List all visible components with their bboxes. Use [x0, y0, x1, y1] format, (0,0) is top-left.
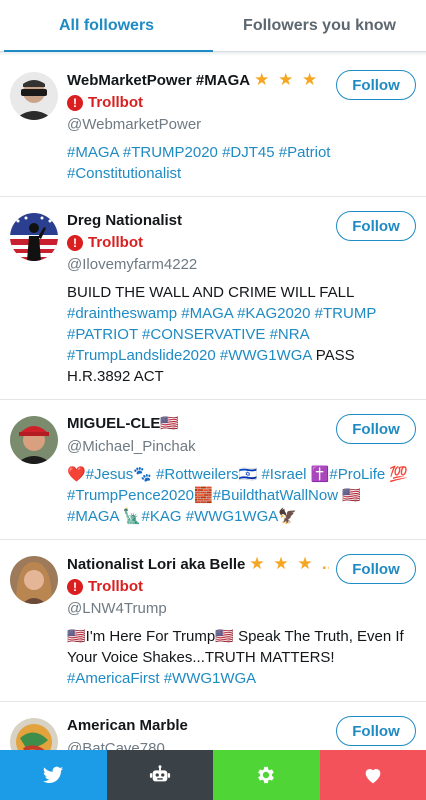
- follower-bio: #MAGA #TRUMP2020 #DJT45 #Patriot #Consti…: [67, 142, 416, 184]
- bio-text: 🇺🇸: [338, 487, 361, 504]
- bio-text: 🗽: [118, 508, 142, 525]
- hashtag-link[interactable]: #WWG1WGA: [164, 670, 257, 687]
- hashtag-link[interactable]: #ProLife: [329, 466, 385, 483]
- hashtag-link[interactable]: #KAG: [142, 508, 182, 525]
- bottom-nav: [0, 750, 426, 800]
- hashtag-link[interactable]: #TRUMP2020: [123, 144, 218, 161]
- hashtag-link[interactable]: #KAG2020: [237, 305, 310, 322]
- follower-tabs: All followers Followers you know: [0, 0, 426, 52]
- hashtag-link[interactable]: #MAGA: [181, 305, 233, 322]
- hashtag-link[interactable]: #MAGA: [67, 144, 119, 161]
- stars-badge: ★ ★ ★: [254, 70, 320, 89]
- follow-button[interactable]: Follow: [336, 716, 416, 746]
- stars-badge: ★ ★ ★ …: [249, 554, 329, 573]
- follower-name: Dreg Nationalist: [67, 212, 183, 229]
- bio-text: ❤️: [67, 466, 86, 483]
- follower-bio: 🇺🇸I'm Here For Trump🇺🇸 Speak The Truth, …: [67, 626, 416, 689]
- alert-icon: !: [67, 95, 83, 111]
- hashtag-link[interactable]: #CONSERVATIVE: [142, 326, 265, 343]
- bio-text: 🦅: [278, 508, 297, 525]
- hashtag-link[interactable]: #TrumpLandslide2020: [67, 347, 216, 364]
- bio-text: ✝️: [306, 466, 330, 483]
- follower-item: Dreg Nationalist ! Trollbot @Ilovemyfarm4…: [0, 197, 426, 400]
- follow-button[interactable]: Follow: [336, 414, 416, 444]
- bio-text: 💯: [385, 466, 409, 483]
- gear-icon: [258, 766, 275, 784]
- avatar[interactable]: [10, 718, 58, 750]
- hashtag-link[interactable]: #Rottweilers: [156, 466, 239, 483]
- hashtag-link[interactable]: #DJT45: [222, 144, 275, 161]
- follower-name: WebMarketPower #MAGA ★ ★ ★: [67, 70, 320, 89]
- bottom-nav-favorites[interactable]: [319, 750, 426, 800]
- follower-name: American Marble: [67, 717, 188, 734]
- bottom-nav-robot[interactable]: [106, 750, 213, 800]
- avatar[interactable]: [10, 72, 58, 120]
- hashtag-link[interactable]: #TrumpPence2020: [67, 487, 194, 504]
- followers-list[interactable]: WebMarketPower #MAGA ★ ★ ★ ! Trollbot @Web…: [0, 56, 426, 750]
- alert-icon: !: [67, 579, 83, 595]
- hashtag-link[interactable]: #draintheswamp: [67, 305, 177, 322]
- hashtag-link[interactable]: #Patriot: [279, 144, 331, 161]
- follower-name: Nationalist Lori aka Belle★ ★ ★ …: [67, 554, 329, 575]
- hashtag-link[interactable]: #WWG1WGA: [220, 347, 312, 364]
- hashtag-link[interactable]: #NRA: [270, 326, 309, 343]
- tab-followers-you-know[interactable]: Followers you know: [213, 0, 426, 51]
- follow-button[interactable]: Follow: [336, 211, 416, 241]
- follower-name: MIGUEL-CLE🇺🇸: [67, 415, 180, 432]
- hashtag-link[interactable]: #TRUMP: [315, 305, 376, 322]
- follower-item: MIGUEL-CLE🇺🇸 @Michael_Pinchak ❤️#Jesus🐾 …: [0, 400, 426, 540]
- follow-button[interactable]: Follow: [336, 554, 416, 584]
- follower-handle: @Ilovemyfarm4222: [67, 256, 198, 273]
- hashtag-link[interactable]: #WWG1WGA: [186, 508, 279, 525]
- hashtag-link[interactable]: #MAGA: [67, 508, 119, 525]
- avatar[interactable]: [10, 556, 58, 604]
- bottom-nav-settings[interactable]: [213, 750, 320, 800]
- heart-icon: [365, 769, 381, 784]
- bio-text: BUILD THE WALL AND CRIME WILL FALL: [67, 284, 354, 301]
- hashtag-link[interactable]: #AmericaFirst: [67, 670, 160, 687]
- bottom-nav-twitter[interactable]: [0, 750, 107, 800]
- avatar[interactable]: [10, 416, 58, 464]
- hashtag-link[interactable]: #Constitutionalist: [67, 165, 181, 182]
- follower-item: WebMarketPower #MAGA ★ ★ ★ ! Trollbot @Web…: [0, 56, 426, 197]
- twitter-bird-icon: [43, 766, 64, 783]
- bio-text: 🐾: [133, 466, 157, 483]
- hashtag-link[interactable]: #PATRIOT: [67, 326, 138, 343]
- bio-text: 🇺🇸I'm Here For Trump🇺🇸 Speak The Truth, …: [67, 628, 404, 666]
- avatar[interactable]: [10, 213, 58, 261]
- follower-bio: ❤️#Jesus🐾 #Rottweilers🇮🇱 #Israel ✝️#ProL…: [67, 464, 416, 527]
- alert-icon: !: [67, 235, 83, 251]
- follower-bio: BUILD THE WALL AND CRIME WILL FALL #drai…: [67, 282, 416, 387]
- robot-icon: [149, 765, 170, 782]
- follow-button[interactable]: Follow: [336, 70, 416, 100]
- bio-text: 🇮🇱: [238, 466, 262, 483]
- follower-item: Nationalist Lori aka Belle★ ★ ★ … !Troll…: [0, 540, 426, 702]
- follower-handle: @WebmarketPower: [67, 116, 202, 133]
- tab-all-followers[interactable]: All followers: [0, 0, 213, 52]
- follower-item: American Marble @BatCave780 Follow: [0, 702, 426, 750]
- bio-text: 🧱: [194, 487, 213, 504]
- follower-handle: @LNW4Trump: [67, 600, 167, 617]
- hashtag-link[interactable]: #BuildthatWallNow: [213, 487, 338, 504]
- hashtag-link[interactable]: #Israel: [261, 466, 306, 483]
- hashtag-link[interactable]: #Jesus: [86, 466, 134, 483]
